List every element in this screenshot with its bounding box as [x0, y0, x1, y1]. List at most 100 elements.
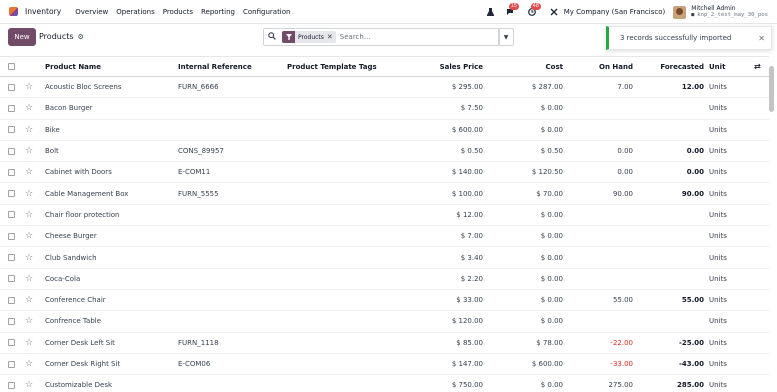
col-on-hand[interactable]: On Hand: [570, 57, 633, 76]
product-name: Corner Desk Right Sit: [45, 360, 121, 368]
optional-columns-icon[interactable]: ⇄: [754, 57, 761, 76]
row-checkbox[interactable]: [8, 354, 16, 374]
top-navbar: Inventory Overview Operations Products R…: [0, 0, 777, 24]
product-name: Bolt: [45, 147, 59, 156]
facet-remove-icon[interactable]: ✕: [327, 33, 336, 41]
col-product-tags[interactable]: Product Template Tags: [287, 57, 377, 76]
table-row[interactable]: ☆ Chair floor protection $ 12.00 $ 0.00 …: [0, 205, 769, 227]
row-checkbox[interactable]: [8, 247, 16, 267]
favorite-star-icon[interactable]: ☆: [25, 226, 33, 246]
menu-products[interactable]: Products: [163, 8, 193, 16]
chat-icon[interactable]: 15: [505, 3, 519, 17]
menu-operations[interactable]: Operations: [116, 8, 154, 16]
row-checkbox[interactable]: [8, 269, 16, 289]
col-cost[interactable]: Cost: [500, 57, 563, 76]
product-name: Coca-Cola: [45, 274, 81, 283]
internal-reference: E-COM11: [178, 168, 211, 177]
sales-price: $ 147.00: [451, 360, 483, 368]
on-hand: 275.00: [608, 381, 634, 390]
row-checkbox[interactable]: [8, 141, 16, 161]
menu-overview[interactable]: Overview: [75, 8, 108, 16]
favorite-star-icon[interactable]: ☆: [25, 311, 33, 331]
activity-clock-icon[interactable]: 48: [527, 3, 541, 17]
table-row[interactable]: ☆ Corner Desk Right Sit E-COM06 $ 147.00…: [0, 354, 769, 376]
col-product-name[interactable]: Product Name: [45, 57, 101, 76]
inventory-app-icon[interactable]: [9, 7, 18, 16]
table-row[interactable]: ☆ Corner Desk Left Sit FURN_1118 $ 85.00…: [0, 333, 769, 354]
app-name[interactable]: Inventory: [25, 7, 61, 16]
tools-icon[interactable]: [549, 7, 559, 17]
user-name: Mitchell Admin: [691, 5, 736, 12]
row-checkbox[interactable]: [8, 375, 16, 392]
favorite-star-icon[interactable]: ☆: [25, 290, 33, 310]
row-checkbox[interactable]: [8, 290, 16, 310]
user-avatar[interactable]: [673, 5, 687, 19]
menu-configuration[interactable]: Configuration: [243, 8, 290, 16]
products-table: Product Name Internal Reference Product …: [0, 56, 769, 392]
favorite-star-icon[interactable]: ☆: [25, 375, 33, 392]
table-row[interactable]: ☆ Bolt CONS_89957 $ 0.50 $ 0.50 0.00 0.0…: [0, 141, 769, 163]
table-row[interactable]: ☆ Bacon Burger $ 7.50 $ 0.00 Units: [0, 98, 769, 120]
on-hand: [570, 269, 633, 289]
row-checkbox[interactable]: [8, 226, 16, 246]
select-all-checkbox[interactable]: [8, 57, 16, 76]
scrollbar-thumb[interactable]: [769, 66, 774, 112]
new-button[interactable]: New: [8, 28, 36, 46]
row-checkbox[interactable]: [8, 311, 16, 331]
forecasted: 285.00: [676, 381, 704, 390]
gear-icon[interactable]: ⚙: [78, 33, 84, 41]
table-row[interactable]: ☆ Bike $ 600.00 $ 0.00 Units: [0, 120, 769, 141]
chat-badge: 15: [508, 3, 519, 10]
search-options-toggle[interactable]: ▼: [498, 28, 514, 46]
search-icon[interactable]: [268, 32, 280, 42]
product-name: Corner Desk Left Sit: [45, 338, 115, 347]
facet-label: Products: [298, 33, 324, 41]
favorite-star-icon[interactable]: ☆: [25, 141, 33, 161]
favorite-star-icon[interactable]: ☆: [25, 77, 33, 97]
favorite-star-icon[interactable]: ☆: [25, 354, 33, 374]
row-checkbox[interactable]: [8, 205, 16, 225]
search-input[interactable]: Search...: [340, 33, 371, 41]
menu-reporting[interactable]: Reporting: [201, 8, 235, 16]
on-hand: [570, 120, 633, 140]
favorite-star-icon[interactable]: ☆: [25, 247, 33, 267]
favorite-star-icon[interactable]: ☆: [25, 183, 33, 203]
table-row[interactable]: ☆ Club Sandwich $ 3.40 $ 0.00 Units: [0, 247, 769, 269]
unit: Units: [709, 296, 727, 305]
product-name: Chair floor protection: [45, 210, 120, 219]
table-row[interactable]: ☆ Cable Management Box FURN_5555 $ 100.0…: [0, 183, 769, 205]
favorite-star-icon[interactable]: ☆: [25, 333, 33, 353]
on-hand: 90.00: [612, 189, 633, 198]
favorite-star-icon[interactable]: ☆: [25, 120, 33, 140]
table-row[interactable]: ☆ Cheese Burger $ 7.00 $ 0.00 Units: [0, 226, 769, 248]
row-checkbox[interactable]: [8, 333, 16, 353]
col-internal-reference[interactable]: Internal Reference: [178, 57, 252, 76]
table-row[interactable]: ☆ Conference Chair $ 33.00 $ 0.00 55.00 …: [0, 290, 769, 312]
table-row[interactable]: ☆ Cabinet with Doors E-COM11 $ 140.00 $ …: [0, 162, 769, 184]
close-icon[interactable]: ✕: [758, 34, 765, 43]
row-checkbox[interactable]: [8, 183, 16, 203]
favorite-star-icon[interactable]: ☆: [25, 205, 33, 225]
col-forecasted[interactable]: Forecasted: [640, 57, 704, 76]
on-hand: [570, 247, 633, 267]
row-checkbox[interactable]: [8, 120, 16, 140]
favorite-star-icon[interactable]: ☆: [25, 269, 33, 289]
table-row[interactable]: ☆ Acoustic Bloc Screens FURN_6666 $ 295.…: [0, 77, 769, 99]
row-checkbox[interactable]: [8, 98, 16, 118]
scrollbar[interactable]: [768, 60, 774, 392]
company-switcher[interactable]: My Company (San Francisco): [564, 8, 665, 16]
toast-message: 3 records successfully imported: [620, 34, 732, 42]
user-menu[interactable]: Mitchell Admin knp_2_test_may_30_pos: [691, 5, 768, 19]
table-row[interactable]: ☆ Confrence Table $ 120.00 $ 0.00 Units: [0, 311, 769, 333]
favorite-star-icon[interactable]: ☆: [25, 162, 33, 182]
col-sales-price[interactable]: Sales Price: [420, 57, 483, 76]
cost: $ 600.00: [531, 360, 563, 368]
row-checkbox[interactable]: [8, 77, 16, 97]
table-row[interactable]: ☆ Coca-Cola $ 2.20 $ 0.00 Units: [0, 269, 769, 290]
row-checkbox[interactable]: [8, 162, 16, 182]
table-row[interactable]: ☆ Customizable Desk $ 750.00 $ 0.00 275.…: [0, 375, 769, 392]
cost: $ 287.00: [531, 83, 563, 92]
flask-icon[interactable]: [486, 7, 496, 17]
favorite-star-icon[interactable]: ☆: [25, 98, 33, 118]
col-unit[interactable]: Unit: [709, 57, 725, 76]
